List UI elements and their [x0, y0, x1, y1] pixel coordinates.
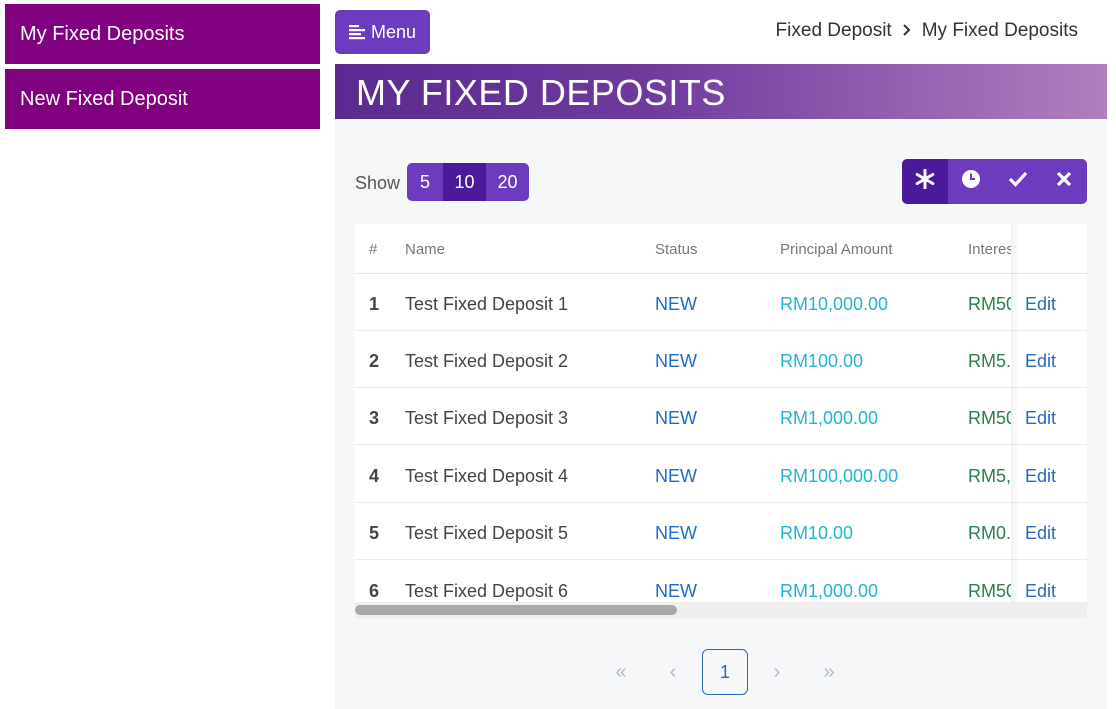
row-principal: RM100.00: [780, 351, 864, 371]
row-name: Test Fixed Deposit 2: [405, 351, 569, 371]
row-interest: RM50: [968, 581, 1011, 601]
row-status: NEW: [655, 408, 697, 428]
row-edit-link[interactable]: Edit: [1025, 581, 1056, 602]
row-principal: RM1,000.00: [780, 581, 879, 601]
chevron-right-icon: [902, 21, 912, 42]
filter-pending-button[interactable]: [948, 159, 995, 204]
show-label: Show: [355, 173, 401, 193]
row-number: 5: [369, 523, 380, 543]
page-banner: MY FIXED DEPOSITS: [335, 64, 1107, 119]
row-name: Test Fixed Deposit 3: [405, 408, 569, 428]
row-edit-link[interactable]: Edit: [1025, 408, 1056, 429]
filter-approved-button[interactable]: [994, 159, 1041, 204]
row-interest: RM50: [968, 408, 1011, 428]
table-row: 2 Test Fixed Deposit 2 NEW RM100.00 RM5.…: [355, 331, 1087, 388]
row-interest: RM50: [968, 294, 1011, 314]
column-header-status: Status: [655, 241, 698, 258]
page-size-10[interactable]: 10: [443, 163, 486, 201]
table-header: # Name Status Principal Amount Interes: [355, 224, 1087, 274]
sticky-column-shadow: [1011, 224, 1019, 618]
table-row: 3 Test Fixed Deposit 3 NEW RM1,000.00 RM…: [355, 388, 1087, 445]
row-status: NEW: [655, 466, 697, 486]
column-header-principal: Principal Amount: [780, 241, 893, 258]
row-number: 4: [369, 466, 380, 486]
row-number: 6: [369, 581, 380, 601]
pagination-first-button[interactable]: «: [595, 649, 647, 695]
column-header-number: #: [369, 241, 378, 258]
row-principal: RM1,000.00: [780, 408, 879, 428]
row-number: 2: [369, 351, 380, 371]
table-row: 5 Test Fixed Deposit 5 NEW RM10.00 RM0.5…: [355, 503, 1087, 560]
filter-rejected-button[interactable]: [1040, 159, 1087, 204]
filter-all-button[interactable]: [902, 159, 949, 204]
breadcrumb-fixed-deposit[interactable]: Fixed Deposit: [776, 20, 892, 42]
main-panel: Show 5 10 20 # Name Status Principal Amo…: [335, 119, 1107, 709]
row-edit-link[interactable]: Edit: [1025, 466, 1056, 487]
row-interest: RM0.5: [968, 523, 1011, 543]
page-size-5[interactable]: 5: [407, 163, 443, 201]
page-title: MY FIXED DEPOSITS: [356, 72, 726, 113]
asterisk-icon: [915, 168, 935, 194]
row-interest: RM5,0: [968, 466, 1011, 486]
sidebar-item-my-fixed-deposits[interactable]: My Fixed Deposits: [5, 4, 320, 64]
row-principal: RM10,000.00: [780, 294, 889, 314]
table-row: 1 Test Fixed Deposit 1 NEW RM10,000.00 R…: [355, 274, 1087, 331]
row-status: NEW: [655, 523, 697, 543]
menu-button[interactable]: Menu: [335, 10, 430, 54]
row-principal: RM10.00: [780, 523, 854, 543]
horizontal-scrollbar[interactable]: [355, 602, 1087, 618]
column-header-name: Name: [405, 241, 446, 258]
menu-button-label: Menu: [370, 21, 417, 42]
row-name: Test Fixed Deposit 6: [405, 581, 569, 601]
row-edit-link[interactable]: Edit: [1025, 351, 1056, 372]
row-edit-link[interactable]: Edit: [1025, 294, 1056, 315]
row-interest: RM5.0: [968, 351, 1011, 371]
breadcrumb-my-fixed-deposits: My Fixed Deposits: [921, 20, 1078, 41]
row-status: NEW: [655, 581, 697, 601]
breadcrumb: Fixed Deposit My Fixed Deposits: [776, 20, 1078, 42]
status-filter-group: [902, 159, 1087, 204]
clock-icon: [961, 169, 981, 194]
column-header-interest: Interes: [968, 241, 1011, 258]
table-row: 4 Test Fixed Deposit 4 NEW RM100,000.00 …: [355, 446, 1087, 503]
sidebar-item-new-fixed-deposit[interactable]: New Fixed Deposit: [5, 69, 320, 129]
pagination-last-button[interactable]: »: [803, 649, 855, 695]
close-icon: [1056, 171, 1072, 192]
pagination-page-1[interactable]: 1: [702, 649, 748, 695]
scrollbar-thumb[interactable]: [355, 605, 677, 615]
row-edit-link[interactable]: Edit: [1025, 523, 1056, 544]
row-number: 1: [369, 294, 380, 314]
deposits-table: # Name Status Principal Amount Interes 1…: [355, 224, 1087, 618]
row-name: Test Fixed Deposit 5: [405, 523, 569, 543]
check-icon: [1008, 170, 1028, 193]
page-size-selector: 5 10 20: [407, 163, 529, 201]
row-status: NEW: [655, 351, 697, 371]
menu-icon: [348, 24, 367, 40]
row-principal: RM100,000.00: [780, 466, 899, 486]
row-name: Test Fixed Deposit 1: [405, 294, 569, 314]
pagination-next-button[interactable]: ›: [751, 649, 803, 695]
row-status: NEW: [655, 294, 697, 314]
pagination-prev-button[interactable]: ‹: [647, 649, 699, 695]
row-number: 3: [369, 408, 380, 428]
pagination: « ‹ 1 › »: [595, 649, 855, 695]
row-name: Test Fixed Deposit 4: [405, 466, 569, 486]
page-size-20[interactable]: 20: [486, 163, 529, 201]
